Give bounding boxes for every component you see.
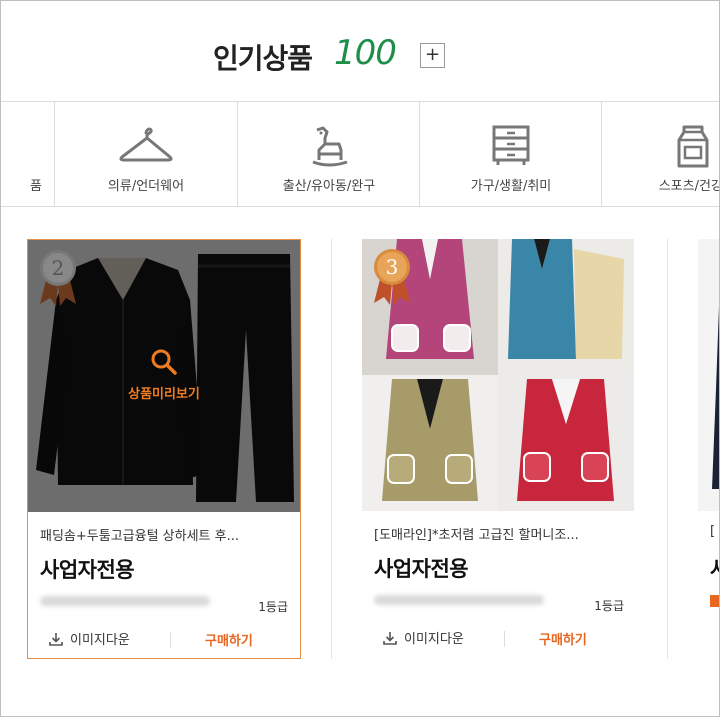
category-label: 출산/유아동/완구 <box>282 179 376 194</box>
card-separator <box>331 239 332 659</box>
section-title: 인기상품 <box>213 42 313 75</box>
product-card[interactable]: [ 사 <box>698 239 719 659</box>
category-label: 스포츠/건강/ <box>658 179 719 194</box>
divider <box>170 632 171 648</box>
download-label: 이미지다운 <box>404 632 464 647</box>
category-bar: 품 의류/언더웨어 출산/유아동/완구 가구/생활/취미 스포츠/건 <box>1 101 719 207</box>
svg-text:3: 3 <box>386 255 399 279</box>
category-item-clothing[interactable]: 의류/언더웨어 <box>54 102 237 206</box>
buy-button[interactable]: 구매하기 <box>205 630 253 649</box>
product-thumbnail[interactable]: 2 상품미리보기 <box>28 240 300 512</box>
product-price: 사업자전용 <box>374 557 469 581</box>
product-thumbnail[interactable] <box>698 239 719 511</box>
seller-blurred <box>374 595 544 605</box>
preview-label[interactable]: 상품미리보기 <box>28 383 300 402</box>
seller-blurred <box>40 596 210 606</box>
rank-medal-icon: 3 <box>374 249 410 305</box>
product-price: 사 <box>710 553 719 583</box>
hanger-icon <box>119 127 173 162</box>
product-grade: 1등급 <box>258 600 288 614</box>
category-item-partial[interactable]: 품 <box>1 102 54 206</box>
category-item-kids[interactable]: 출산/유아동/완구 <box>237 102 420 206</box>
section-header: 인기상품 100 + <box>1 31 719 79</box>
more-button[interactable]: + <box>420 43 445 68</box>
category-label: 가구/생활/취미 <box>470 179 552 194</box>
product-thumbnail[interactable]: 3 <box>362 239 634 511</box>
page-frame: 인기상품 100 + 품 의류/언더웨어 출산/유아동/완구 가구/생활/취미 … <box>0 0 720 717</box>
product-image <box>698 239 719 511</box>
magnifier-icon <box>151 349 177 375</box>
category-label: 의류/언더웨어 <box>107 179 185 194</box>
image-download-button[interactable]: 이미지다운 <box>48 629 130 648</box>
divider <box>504 631 505 647</box>
category-label: 품 <box>30 179 42 194</box>
download-icon <box>49 632 63 646</box>
card-separator <box>667 239 668 659</box>
category-item-furniture[interactable]: 가구/생활/취미 <box>419 102 602 206</box>
rocking-horse-icon <box>312 126 348 167</box>
milk-carton-icon <box>677 125 709 168</box>
badge-partial <box>710 595 719 607</box>
section-count: 100 <box>334 33 397 73</box>
download-icon <box>383 631 397 645</box>
product-name[interactable]: [ <box>710 524 719 539</box>
category-item-sports[interactable]: 스포츠/건강/ <box>601 102 719 206</box>
product-price: 사업자전용 <box>40 558 135 582</box>
image-download-button[interactable]: 이미지다운 <box>382 628 464 647</box>
product-grade: 1등급 <box>594 599 624 613</box>
product-card[interactable]: 3 [도매라인]*초저렴 고급진 할머니조... 사업자전용 1등급 이미지다운… <box>362 239 636 659</box>
product-name[interactable]: 패딩솜+두툼고급융털 상하세트 후... <box>40 525 292 544</box>
svg-text:2: 2 <box>52 256 65 280</box>
product-card[interactable]: 2 상품미리보기 패딩솜+두툼고급융털 상하세트 후... 사업자전용 1등급 … <box>27 239 301 659</box>
product-name[interactable]: [도매라인]*초저렴 고급진 할머니조... <box>374 524 626 543</box>
buy-button[interactable]: 구매하기 <box>539 629 587 648</box>
download-label: 이미지다운 <box>70 633 130 648</box>
drawer-cabinet-icon <box>492 125 530 165</box>
rank-medal-icon: 2 <box>40 250 76 306</box>
